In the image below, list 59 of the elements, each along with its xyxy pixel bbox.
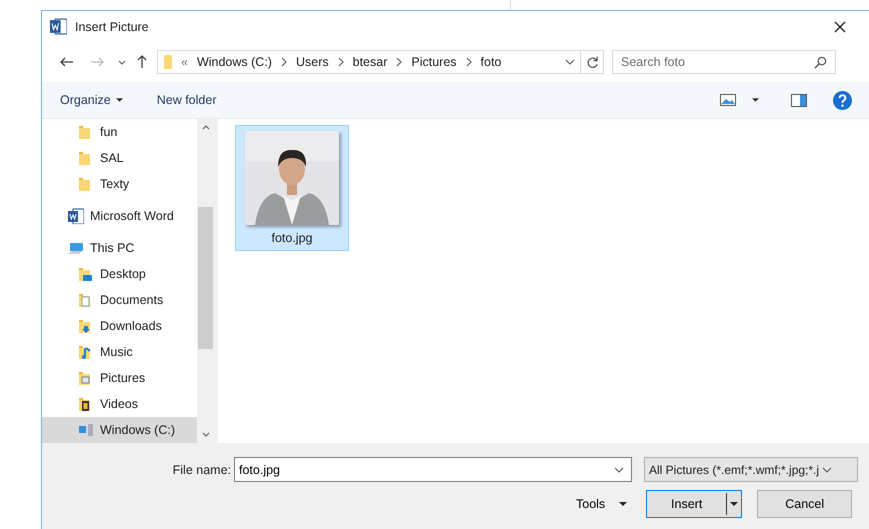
- view-icon[interactable]: [720, 94, 736, 106]
- caret-icon: [730, 502, 738, 506]
- caret-icon[interactable]: [752, 98, 759, 102]
- pc-icon: [68, 240, 84, 256]
- search-field[interactable]: Search foto: [612, 50, 836, 74]
- caret-icon[interactable]: [565, 59, 575, 65]
- nav-item[interactable]: Music: [42, 339, 197, 365]
- insert-button[interactable]: Insert: [646, 490, 742, 518]
- close-icon[interactable]: [834, 20, 846, 32]
- up-arrow-icon[interactable]: [137, 55, 147, 69]
- nav-item[interactable]: Videos: [42, 391, 197, 417]
- word-icon: [50, 18, 67, 35]
- window-title: Insert Picture: [75, 20, 150, 34]
- breadcrumb[interactable]: foto: [480, 55, 502, 69]
- folder-icon: [164, 54, 172, 70]
- caret-icon[interactable]: [118, 60, 126, 64]
- caret-icon[interactable]: [614, 467, 624, 473]
- drive-icon: [78, 422, 94, 438]
- nav-item[interactable]: Downloads: [42, 313, 197, 339]
- desktop-icon: [78, 266, 94, 282]
- nav-item[interactable]: fun: [42, 119, 197, 145]
- new-folder-button[interactable]: New folder: [150, 89, 222, 111]
- nav-item[interactable]: This PC: [42, 235, 197, 261]
- organize-menu[interactable]: Organize: [54, 89, 129, 111]
- tools-menu[interactable]: Tools: [572, 491, 632, 517]
- file-name-field[interactable]: foto.jpg: [234, 457, 632, 482]
- file-name-label: File name:: [172, 462, 232, 476]
- chevron-icon: [280, 57, 287, 67]
- caret-icon: [116, 98, 123, 102]
- address-bar[interactable]: « Windows (C:) Users btesar Pictures foto: [157, 50, 604, 74]
- back-arrow-icon[interactable]: [60, 57, 74, 67]
- breadcrumb[interactable]: Windows (C:): [196, 55, 272, 69]
- overflow-mark[interactable]: «: [181, 55, 188, 69]
- file-name: foto.jpg: [271, 231, 312, 245]
- breadcrumb[interactable]: Users: [296, 55, 329, 69]
- file-item[interactable]: foto.jpg: [235, 125, 349, 251]
- nav-item[interactable]: SAL: [42, 145, 197, 171]
- nav-item[interactable]: Texty: [42, 171, 197, 197]
- scroll-up-icon[interactable]: [202, 125, 210, 130]
- nav-item[interactable]: Pictures: [42, 365, 197, 391]
- chevron-icon: [338, 57, 344, 67]
- caret-icon: [822, 466, 832, 472]
- chevron-icon: [396, 57, 402, 67]
- word-icon: [68, 208, 84, 224]
- nav-item[interactable]: Desktop: [42, 261, 197, 287]
- help-icon[interactable]: [833, 90, 852, 110]
- nav-item[interactable]: Microsoft Word: [42, 203, 197, 229]
- caret-icon: [619, 502, 628, 506]
- search-icon: [814, 56, 827, 69]
- breadcrumb[interactable]: Pictures: [411, 55, 457, 69]
- preview-pane-icon[interactable]: [791, 94, 807, 106]
- cancel-button[interactable]: Cancel: [757, 490, 852, 518]
- chevron-icon: [466, 57, 472, 67]
- file-type-dropdown[interactable]: All Pictures (*.emf;*.wmf;*.jpg;*.j: [644, 457, 858, 482]
- nav-item[interactable]: Documents: [42, 287, 197, 313]
- breadcrumb[interactable]: btesar: [352, 55, 388, 69]
- nav-item[interactable]: Windows (C:): [42, 417, 197, 443]
- refresh-icon[interactable]: [586, 56, 598, 68]
- scroll-down-icon[interactable]: [202, 432, 210, 437]
